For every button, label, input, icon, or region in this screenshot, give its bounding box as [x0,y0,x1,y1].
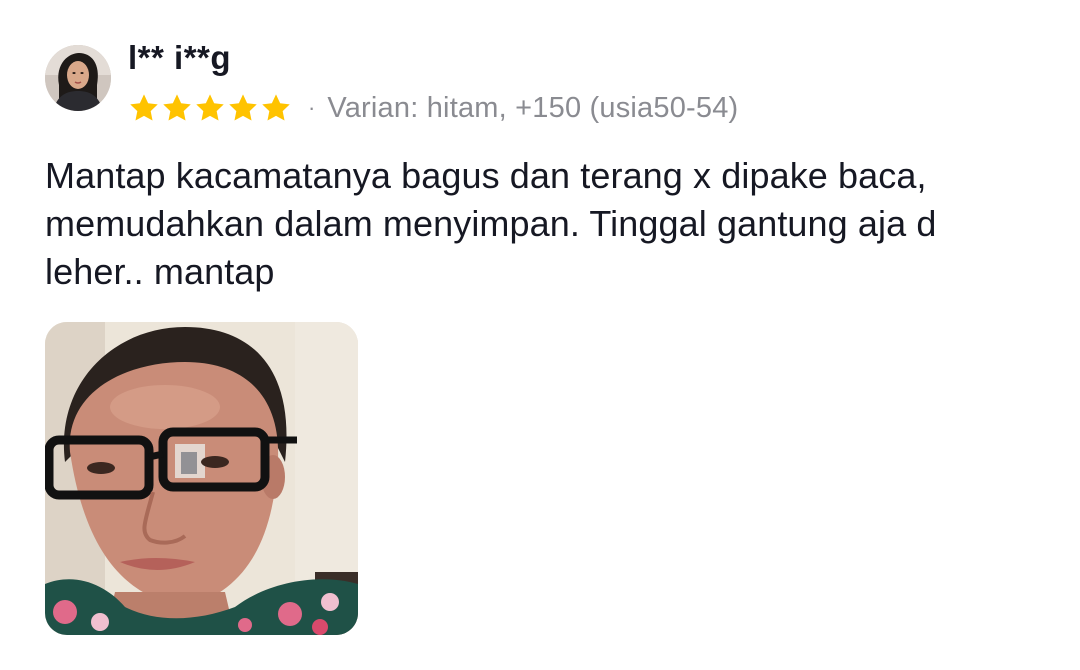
review-text-line: leher.. mantap [45,251,275,292]
star-icon [229,94,257,121]
star-icon [262,94,290,121]
review-photo[interactable] [45,322,358,635]
separator-dot: · [308,95,316,120]
star-icon [196,94,224,121]
review-text: Mantap kacamatanya bagus dan terang x di… [45,152,1045,296]
review-text-line: memudahkan dalam menyimpan. Tinggal gant… [45,203,937,244]
review-text-line: Mantap kacamatanya bagus dan terang x di… [45,155,927,196]
star-icon [130,94,158,121]
star-rating [128,92,292,124]
user-avatar[interactable] [45,45,111,111]
rating-row: · Varian: hitam, +150 (usia50-54) [128,86,738,130]
star-icon [163,94,191,121]
review-card: l** i**g · Varian: hitam, +150 (usia50-5… [0,0,1080,670]
avatar-image [45,45,111,111]
reviewer-name[interactable]: l** i**g [128,36,231,80]
variant-info: Varian: hitam, +150 (usia50-54) [327,91,739,124]
review-photo-image [45,322,358,635]
